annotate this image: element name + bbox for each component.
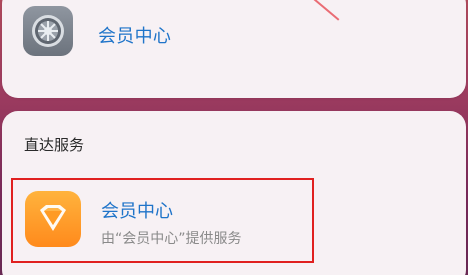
direct-services-title: 直达服务 bbox=[24, 136, 85, 154]
settings-result-card: 会员中心 bbox=[2, 0, 466, 98]
direct-service-title[interactable]: 会员中心 bbox=[101, 197, 173, 223]
decorative-red-line bbox=[301, 0, 340, 21]
direct-services-card: 直达服务 会员中心 由“会员中心”提供服务 bbox=[2, 111, 466, 275]
settings-gear-icon[interactable] bbox=[23, 6, 73, 56]
diamond-icon[interactable] bbox=[25, 191, 81, 247]
settings-result-label[interactable]: 会员中心 bbox=[98, 22, 171, 48]
direct-service-item[interactable]: 会员中心 由“会员中心”提供服务 bbox=[11, 178, 314, 263]
direct-service-subtitle: 由“会员中心”提供服务 bbox=[101, 231, 242, 247]
